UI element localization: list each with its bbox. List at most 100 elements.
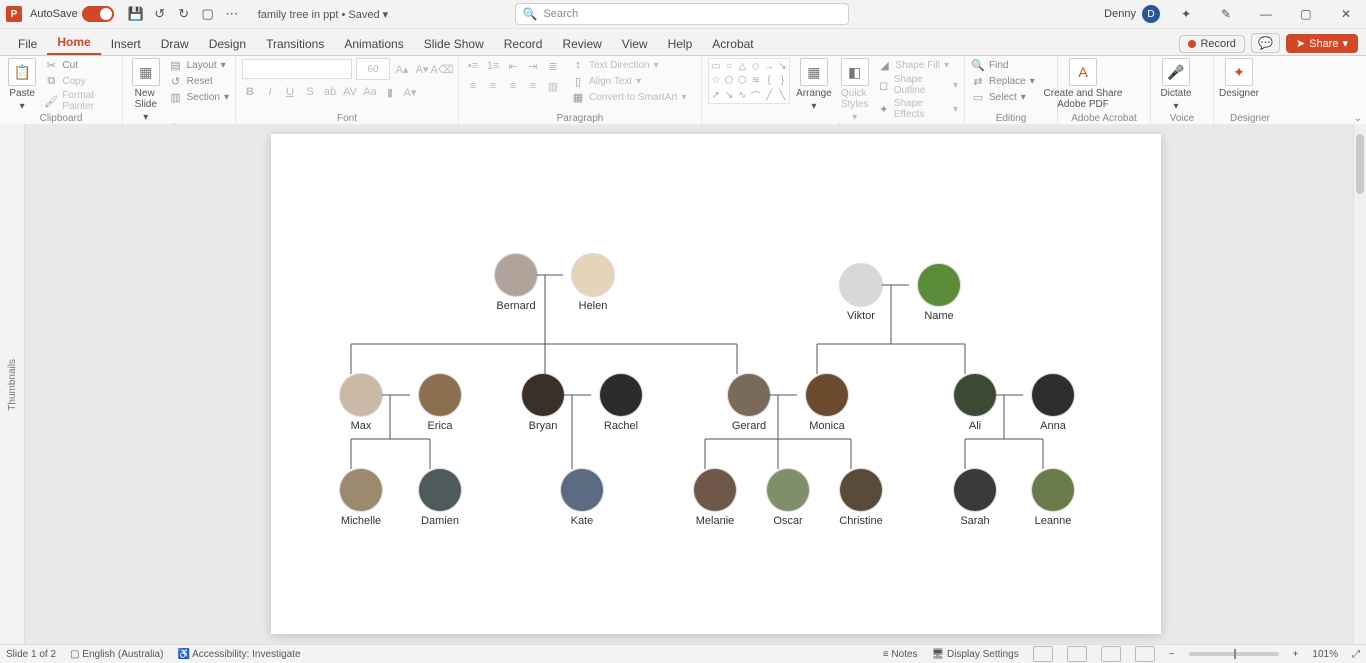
change-case-icon[interactable]: Aa [362, 84, 378, 100]
select-button[interactable]: ▭Select▾ [971, 90, 1035, 104]
thumbnail-pane-collapsed[interactable]: Thumbnails [0, 124, 25, 645]
char-spacing-icon[interactable]: AV [342, 84, 358, 100]
language-indicator[interactable]: ▢ English (Australia) [70, 649, 163, 660]
shape-effects-button[interactable]: ✦Shape Effects▾ [878, 98, 958, 120]
save-icon[interactable]: 💾 [126, 4, 146, 24]
reading-view-icon[interactable] [1101, 646, 1121, 662]
person-anna[interactable]: Anna [1023, 374, 1083, 432]
comments-button[interactable]: 💬 [1251, 33, 1280, 53]
window-restore-icon[interactable]: ▢ [1292, 4, 1320, 24]
slide-indicator[interactable]: Slide 1 of 2 [6, 649, 56, 660]
person-michelle[interactable]: Michelle [331, 469, 391, 527]
document-title[interactable]: family tree in ppt • Saved ▾ [258, 8, 388, 21]
person-rachel[interactable]: Rachel [591, 374, 651, 432]
align-center-icon[interactable]: ≡ [485, 78, 501, 94]
zoom-in-icon[interactable]: + [1293, 649, 1299, 660]
cut-button[interactable]: ✂Cut [44, 58, 116, 72]
shape-outline-button[interactable]: ◻Shape Outline▾ [878, 74, 958, 96]
align-text-button[interactable]: ▯Align Text▾ [571, 74, 686, 88]
accessibility-indicator[interactable]: ♿ Accessibility: Investigate [177, 649, 300, 660]
person-erica[interactable]: Erica [410, 374, 470, 432]
align-right-icon[interactable]: ≡ [505, 78, 521, 94]
tab-insert[interactable]: Insert [101, 33, 151, 55]
person-viktor[interactable]: Viktor [831, 264, 891, 322]
person-leanne[interactable]: Leanne [1023, 469, 1083, 527]
designer-button[interactable]: ✦ Designer [1220, 58, 1258, 99]
copy-button[interactable]: ⧉Copy [44, 74, 116, 88]
tab-draw[interactable]: Draw [151, 33, 199, 55]
underline-icon[interactable]: U [282, 84, 298, 100]
format-painter-button[interactable]: 🖌Format Painter [44, 90, 116, 112]
window-minimize-icon[interactable]: — [1252, 4, 1280, 24]
collapse-ribbon-icon[interactable]: ⌄ [1354, 113, 1362, 124]
bold-icon[interactable]: B [242, 84, 258, 100]
tab-review[interactable]: Review [552, 33, 611, 55]
scrollbar-thumb[interactable] [1356, 134, 1364, 194]
sorter-view-icon[interactable] [1067, 646, 1087, 662]
slideshow-view-icon[interactable] [1135, 646, 1155, 662]
person-damien[interactable]: Damien [410, 469, 470, 527]
tab-home[interactable]: Home [47, 31, 100, 55]
person-kate[interactable]: Kate [552, 469, 612, 527]
redo-icon[interactable]: ↻ [174, 4, 194, 24]
arrange-button[interactable]: ▦ Arrange▾ [796, 58, 832, 112]
font-size-input[interactable] [356, 58, 390, 80]
strike-icon[interactable]: S [302, 84, 318, 100]
outdent-icon[interactable]: ⇤ [505, 58, 521, 74]
window-close-icon[interactable]: ✕ [1332, 4, 1360, 24]
account-button[interactable]: Denny D [1104, 5, 1160, 23]
section-button[interactable]: ▥Section▾ [169, 90, 229, 104]
share-button[interactable]: ➤ Share ▾ [1286, 34, 1358, 53]
replace-button[interactable]: ⇄Replace▾ [971, 74, 1035, 88]
bullets-icon[interactable]: •≡ [465, 58, 481, 74]
zoom-out-icon[interactable]: − [1169, 649, 1175, 660]
justify-icon[interactable]: ≡ [525, 78, 541, 94]
smartart-button[interactable]: ▦Convert to SmartArt▾ [571, 90, 686, 104]
paste-button[interactable]: 📋 Paste▾ [6, 58, 38, 112]
slide[interactable]: BernardHelenViktorNameMaxEricaBryanRache… [271, 134, 1161, 634]
reset-button[interactable]: ↺Reset [169, 74, 229, 88]
person-sarah[interactable]: Sarah [945, 469, 1005, 527]
indent-icon[interactable]: ⇥ [525, 58, 541, 74]
numbering-icon[interactable]: 1≡ [485, 58, 501, 74]
tab-record[interactable]: Record [494, 33, 553, 55]
tab-animations[interactable]: Animations [334, 33, 413, 55]
person-oscar[interactable]: Oscar [758, 469, 818, 527]
notes-button[interactable]: ≡ Notes [883, 649, 918, 660]
person-bernard[interactable]: Bernard [486, 254, 546, 312]
tab-help[interactable]: Help [658, 33, 703, 55]
decrease-font-icon[interactable]: A▾ [414, 61, 430, 77]
quick-styles-button[interactable]: ◧ Quick Styles▾ [838, 58, 872, 123]
align-left-icon[interactable]: ≡ [465, 78, 481, 94]
person-ali[interactable]: Ali [945, 374, 1005, 432]
person-max[interactable]: Max [331, 374, 391, 432]
create-pdf-button[interactable]: A Create and Share Adobe PDF [1064, 58, 1102, 110]
columns-icon[interactable]: ▥ [545, 78, 561, 94]
normal-view-icon[interactable] [1033, 646, 1053, 662]
tab-transitions[interactable]: Transitions [256, 33, 334, 55]
search-box[interactable]: 🔍 Search [515, 3, 849, 25]
record-button[interactable]: Record [1179, 35, 1244, 53]
person-melanie[interactable]: Melanie [685, 469, 745, 527]
find-button[interactable]: 🔍Find [971, 58, 1035, 72]
fit-window-icon[interactable]: ⤢ [1352, 649, 1360, 660]
autosave-toggle[interactable] [82, 6, 114, 22]
tab-view[interactable]: View [612, 33, 658, 55]
zoom-slider[interactable] [1189, 652, 1279, 656]
zoom-level[interactable]: 101% [1312, 649, 1338, 660]
person-name[interactable]: Name [909, 264, 969, 322]
qat-more-icon[interactable]: ⋯ [222, 4, 242, 24]
tab-acrobat[interactable]: Acrobat [702, 33, 763, 55]
tab-file[interactable]: File [8, 33, 47, 55]
line-spacing-icon[interactable]: ≣ [545, 58, 561, 74]
display-settings-button[interactable]: 🖥 Display Settings [932, 649, 1019, 660]
vertical-scrollbar[interactable] [1353, 124, 1366, 645]
coming-soon-icon[interactable]: ✦ [1172, 4, 1200, 24]
highlight-icon[interactable]: ▮ [382, 84, 398, 100]
italic-icon[interactable]: I [262, 84, 278, 100]
shadow-icon[interactable]: ab [322, 84, 338, 100]
font-name-input[interactable] [242, 59, 352, 79]
person-gerard[interactable]: Gerard [719, 374, 779, 432]
undo-icon[interactable]: ↺ [150, 4, 170, 24]
shape-fill-button[interactable]: ◢Shape Fill▾ [878, 58, 958, 72]
